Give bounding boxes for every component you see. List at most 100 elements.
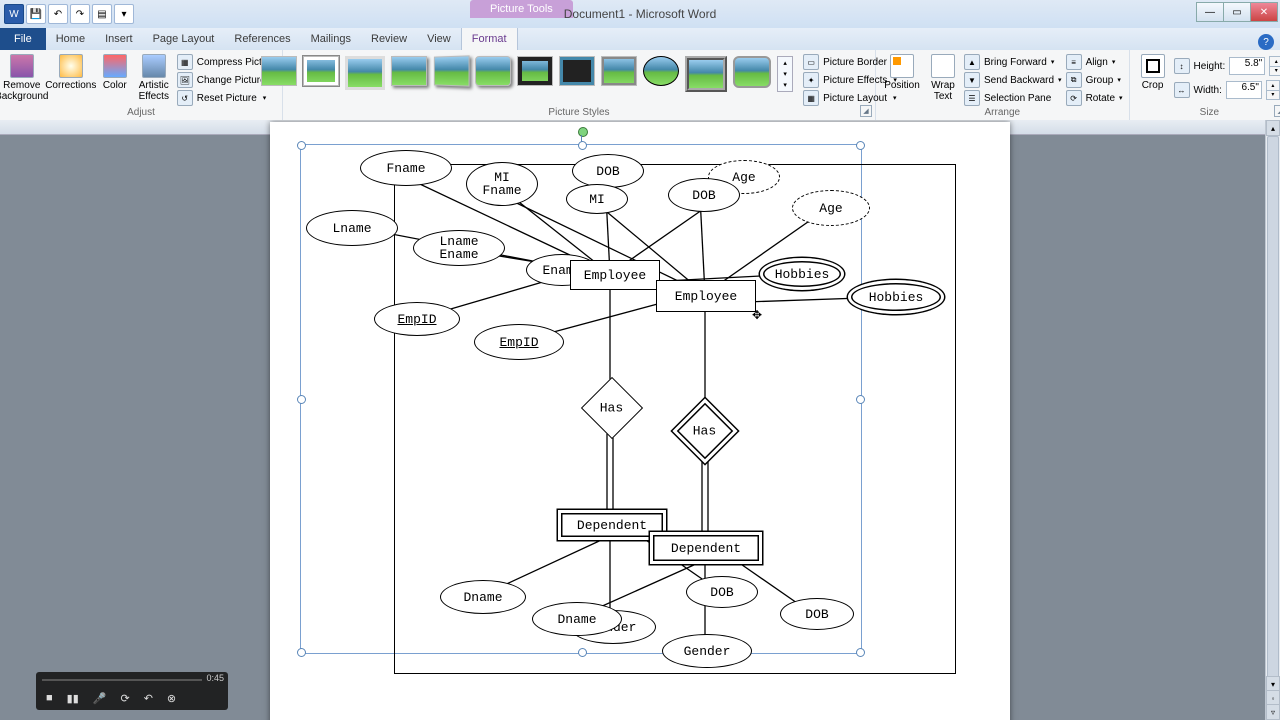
- picture-style-7[interactable]: [517, 56, 553, 86]
- crop-icon: [1141, 54, 1165, 78]
- scroll-thumb[interactable]: [1267, 136, 1279, 698]
- tab-references[interactable]: References: [224, 28, 300, 50]
- picture-style-9[interactable]: [601, 56, 637, 86]
- picture-style-1[interactable]: [261, 56, 297, 86]
- position-button[interactable]: Position: [882, 52, 922, 91]
- remove-bg-icon: [10, 54, 34, 78]
- qat-more-icon[interactable]: ▾: [114, 4, 134, 24]
- quick-access-toolbar: W 💾 ↶ ↷ ▤ ▾: [4, 4, 134, 24]
- save-icon[interactable]: 💾: [26, 4, 46, 24]
- tab-page-layout[interactable]: Page Layout: [143, 28, 225, 50]
- er-lname-ename: Lname Ename: [413, 230, 505, 266]
- send-backward-button[interactable]: ▼Send Backward▾: [964, 72, 1062, 88]
- color-button[interactable]: Color: [99, 52, 131, 91]
- ribbon: Remove Background Corrections Color Arti…: [0, 50, 1280, 121]
- wrap-text-button[interactable]: Wrap Text: [926, 52, 960, 102]
- artistic-effects-button[interactable]: Artistic Effects: [135, 52, 173, 102]
- height-spinner[interactable]: ▴▾: [1269, 56, 1280, 76]
- scroll-up-icon[interactable]: ▴: [1266, 120, 1280, 136]
- video-progress[interactable]: [42, 679, 202, 681]
- document-title: Document1 - Microsoft Word: [564, 0, 717, 28]
- picture-style-10[interactable]: [643, 56, 679, 86]
- picture-style-3[interactable]: [345, 56, 385, 90]
- contextual-tab-label: Picture Tools: [470, 0, 573, 18]
- video-close-icon[interactable]: ⊗: [167, 692, 176, 705]
- artistic-icon: [142, 54, 166, 78]
- width-label: Width:: [1194, 85, 1222, 96]
- er-hobbies-2: Hobbies: [848, 280, 944, 314]
- er-dob-2: DOB: [668, 178, 740, 212]
- styles-launcher[interactable]: ◢: [860, 105, 872, 117]
- tab-review[interactable]: Review: [361, 28, 417, 50]
- picture-style-11[interactable]: [685, 56, 727, 92]
- tab-home[interactable]: Home: [46, 28, 95, 50]
- selpane-icon: ☰: [964, 90, 980, 106]
- video-controls: 0:45 ■ ▮▮ 🎤 ⟳ ↶ ⊗: [36, 672, 228, 710]
- gallery-scroll[interactable]: ▴▾▾: [777, 56, 793, 92]
- picture-style-6[interactable]: [475, 56, 511, 86]
- er-gender-2: Gender: [662, 634, 752, 668]
- height-icon: ↕: [1174, 58, 1190, 74]
- vertical-scrollbar[interactable]: ▴ ▾ ◦ ▿: [1265, 120, 1280, 720]
- compress-icon: ▦: [177, 54, 193, 70]
- qat-item-icon[interactable]: ▤: [92, 4, 112, 24]
- close-button[interactable]: ✕: [1250, 2, 1278, 22]
- group-adjust: Remove Background Corrections Color Arti…: [0, 50, 283, 120]
- effects-icon: ✦: [803, 72, 819, 88]
- er-dob-1: DOB: [572, 154, 644, 188]
- er-dependent-2: Dependent: [650, 532, 762, 564]
- width-spinner[interactable]: ▴▾: [1266, 80, 1280, 100]
- redo-icon[interactable]: ↷: [70, 4, 90, 24]
- tab-format[interactable]: Format: [461, 27, 518, 50]
- tab-file[interactable]: File: [0, 28, 46, 50]
- corrections-button[interactable]: Corrections: [47, 52, 95, 91]
- rotate-button[interactable]: ⟳Rotate▾: [1066, 90, 1123, 106]
- backward-icon: ▼: [964, 72, 980, 88]
- group-icon: ⧉: [1066, 72, 1082, 88]
- tab-insert[interactable]: Insert: [95, 28, 143, 50]
- video-refresh-icon[interactable]: ⟳: [120, 692, 129, 705]
- tab-mailings[interactable]: Mailings: [301, 28, 361, 50]
- crop-button[interactable]: Crop: [1136, 52, 1170, 91]
- picture-style-gallery[interactable]: ▴▾▾: [261, 52, 793, 92]
- next-page-icon[interactable]: ▿: [1266, 704, 1280, 720]
- group-label-arrange: Arrange: [876, 107, 1129, 118]
- bring-forward-button[interactable]: ▲Bring Forward▾: [964, 54, 1062, 70]
- document-page[interactable]: Fname MI Fname DOB Age Lname Lname Ename…: [270, 122, 1010, 720]
- group-label-adjust: Adjust: [0, 107, 282, 118]
- video-undo-icon[interactable]: ↶: [144, 692, 153, 705]
- width-input[interactable]: 6.5": [1226, 81, 1262, 99]
- er-mi-fname: MI Fname: [466, 162, 538, 206]
- picture-style-4[interactable]: [391, 56, 427, 86]
- wrap-icon: [931, 54, 955, 78]
- height-input[interactable]: 5.8": [1229, 57, 1265, 75]
- reset-icon: ↺: [177, 90, 193, 106]
- selection-pane-button[interactable]: ☰Selection Pane: [964, 90, 1062, 106]
- group-button[interactable]: ⧉Group▾: [1066, 72, 1123, 88]
- video-stop-icon[interactable]: ■: [46, 692, 53, 704]
- er-hobbies-1: Hobbies: [760, 258, 844, 290]
- picture-style-5[interactable]: [434, 55, 470, 86]
- forward-icon: ▲: [964, 54, 980, 70]
- picture-style-12[interactable]: [733, 56, 771, 88]
- er-dob-dep-2: DOB: [780, 598, 854, 630]
- size-launcher[interactable]: ◢: [1274, 105, 1280, 117]
- minimize-button[interactable]: —: [1196, 2, 1224, 22]
- video-mic-icon[interactable]: 🎤: [93, 692, 107, 705]
- picture-style-8[interactable]: [559, 56, 595, 86]
- help-icon[interactable]: ?: [1258, 34, 1274, 50]
- word-icon[interactable]: W: [4, 4, 24, 24]
- undo-icon[interactable]: ↶: [48, 4, 68, 24]
- remove-background-button[interactable]: Remove Background: [1, 52, 43, 102]
- video-pause-icon[interactable]: ▮▮: [67, 692, 79, 705]
- align-button[interactable]: ≡Align▾: [1066, 54, 1123, 70]
- group-label-styles: Picture Styles: [283, 107, 875, 118]
- er-mi-2: MI: [566, 184, 628, 214]
- restore-button[interactable]: ▭: [1223, 2, 1251, 22]
- er-empid-1: EmpID: [374, 302, 460, 336]
- picture-style-2[interactable]: [303, 56, 339, 86]
- group-label-size: Size: [1130, 107, 1280, 118]
- height-control: ↕ Height: 5.8" ▴▾: [1174, 56, 1280, 76]
- tab-view[interactable]: View: [417, 28, 461, 50]
- group-size: Crop ↕ Height: 5.8" ▴▾ ↔ Width: 6.5" ▴▾ …: [1130, 50, 1280, 120]
